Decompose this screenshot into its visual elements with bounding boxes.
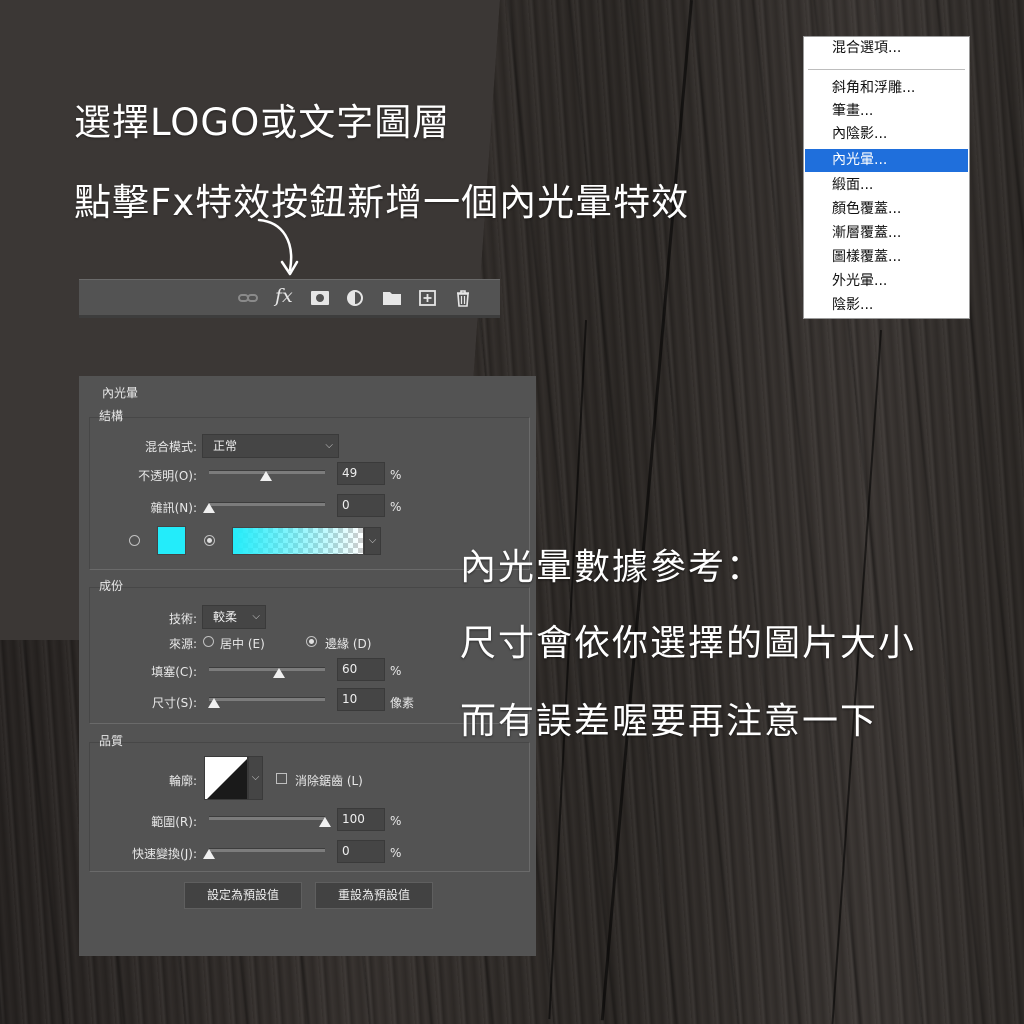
range-unit: %	[390, 814, 402, 828]
range-slider-track[interactable]	[209, 816, 325, 820]
size-slider-thumb[interactable]	[207, 698, 220, 708]
blend-mode-value: 正常	[213, 439, 238, 453]
headline-line-2: 點擊Fx特效按鈕新增一個內光暈特效	[74, 181, 690, 224]
choke-unit: %	[390, 664, 402, 678]
quality-group-title: 品質	[99, 734, 124, 748]
trash-icon[interactable]	[452, 288, 474, 308]
inner-glow-dialog: 內光暈 結構 混合模式: 正常 ⌵ 不透明(O): 49 % 雜訊(N): 0 …	[79, 376, 536, 956]
note-line-3: 而有誤差喔要再注意一下	[460, 701, 879, 742]
chevron-down-icon: ⌵	[325, 440, 333, 451]
jitter-slider-thumb[interactable]	[203, 849, 215, 859]
folder-icon[interactable]	[381, 288, 403, 308]
opacity-unit: %	[390, 468, 402, 482]
note-line-2: 尺寸會依你選擇的圖片大小	[460, 623, 917, 664]
anti-alias-checkbox[interactable]	[276, 773, 287, 784]
layers-toolbar: fx	[79, 279, 500, 318]
mask-icon[interactable]	[309, 288, 331, 308]
size-label: 尺寸(S):	[151, 696, 197, 710]
range-input[interactable]: 100	[337, 808, 385, 831]
choke-input[interactable]: 60	[337, 658, 385, 681]
menu-item-stroke[interactable]: 筆畫...	[805, 100, 968, 123]
noise-unit: %	[390, 500, 402, 514]
range-label: 範圍(R):	[151, 815, 197, 829]
noise-slider-track[interactable]	[209, 502, 325, 506]
menu-item-inner-glow[interactable]: 內光暈...	[805, 149, 968, 172]
menu-item-outer-glow[interactable]: 外光暈...	[805, 270, 968, 293]
gradient-radio[interactable]	[204, 535, 215, 546]
size-input[interactable]: 10	[337, 688, 385, 711]
fx-icon[interactable]: fx	[275, 285, 293, 307]
solid-color-radio[interactable]	[129, 535, 140, 546]
blend-mode-label: 混合模式:	[144, 440, 197, 454]
technique-select[interactable]: 較柔 ⌵	[202, 605, 266, 629]
noise-slider-thumb[interactable]	[203, 503, 215, 513]
new-layer-icon[interactable]	[417, 288, 439, 308]
dialog-title: 內光暈	[102, 386, 139, 400]
menu-item-blending-options[interactable]: 混合選項...	[805, 37, 968, 60]
jitter-unit: %	[390, 846, 402, 860]
menu-item-satin[interactable]: 緞面...	[805, 174, 968, 197]
jitter-slider-track[interactable]	[209, 848, 325, 852]
menu-item-gradient-overlay[interactable]: 漸層覆蓋...	[805, 222, 968, 245]
source-edge-label: 邊緣 (D)	[325, 637, 372, 651]
elements-group-title: 成份	[99, 579, 124, 593]
source-edge-radio[interactable]	[306, 636, 317, 647]
jitter-label: 快速變換(J):	[132, 847, 197, 861]
curved-arrow-icon	[257, 218, 299, 276]
contour-preview[interactable]	[204, 756, 248, 800]
structure-group-title: 結構	[99, 409, 124, 423]
noise-input[interactable]: 0	[337, 494, 385, 517]
adjustment-icon[interactable]	[345, 288, 367, 308]
choke-slider-track[interactable]	[209, 667, 325, 671]
range-slider-thumb[interactable]	[319, 817, 331, 827]
opacity-slider-thumb[interactable]	[259, 471, 272, 481]
choke-label: 填塞(C):	[151, 665, 197, 679]
choke-slider-thumb[interactable]	[272, 668, 285, 678]
noise-label: 雜訊(N):	[150, 501, 197, 515]
chevron-down-icon: ⌵	[252, 611, 260, 622]
gradient-chevron-icon[interactable]: ⌵	[364, 527, 381, 555]
size-slider-track[interactable]	[209, 697, 325, 701]
contour-label: 輪廓:	[168, 774, 197, 788]
glow-gradient-picker[interactable]	[232, 527, 364, 555]
jitter-input[interactable]: 0	[337, 840, 385, 863]
glow-color-swatch[interactable]	[157, 526, 186, 555]
menu-separator	[808, 69, 965, 70]
reset-default-button[interactable]: 重設為預設值	[315, 882, 433, 909]
source-center-label: 居中 (E)	[220, 637, 265, 651]
blend-mode-select[interactable]: 正常 ⌵	[202, 434, 339, 458]
menu-item-drop-shadow[interactable]: 陰影...	[805, 294, 968, 317]
make-default-button[interactable]: 設定為預設值	[184, 882, 302, 909]
contour-chevron-icon[interactable]: ⌵	[248, 756, 263, 800]
anti-alias-label: 消除鋸齒 (L)	[295, 774, 363, 788]
link-icon[interactable]	[237, 288, 259, 308]
headline-line-1: 選擇LOGO或文字圖層	[74, 101, 451, 144]
menu-item-inner-shadow[interactable]: 內陰影...	[805, 123, 968, 146]
source-label: 來源:	[168, 637, 197, 651]
layer-style-menu: 混合選項... 斜角和浮雕... 筆畫... 內陰影... 內光暈... 緞面.…	[803, 36, 970, 319]
note-line-1: 內光暈數據參考：	[460, 547, 765, 588]
technique-label: 技術:	[168, 612, 197, 626]
menu-item-pattern-overlay[interactable]: 圖樣覆蓋...	[805, 246, 968, 269]
source-center-radio[interactable]	[203, 636, 214, 647]
menu-item-bevel-emboss[interactable]: 斜角和浮雕...	[805, 77, 968, 100]
size-unit: 像素	[390, 696, 415, 710]
opacity-label: 不透明(O):	[138, 469, 197, 483]
opacity-input[interactable]: 49	[337, 462, 385, 485]
technique-value: 較柔	[213, 610, 238, 624]
menu-item-color-overlay[interactable]: 顏色覆蓋...	[805, 198, 968, 221]
